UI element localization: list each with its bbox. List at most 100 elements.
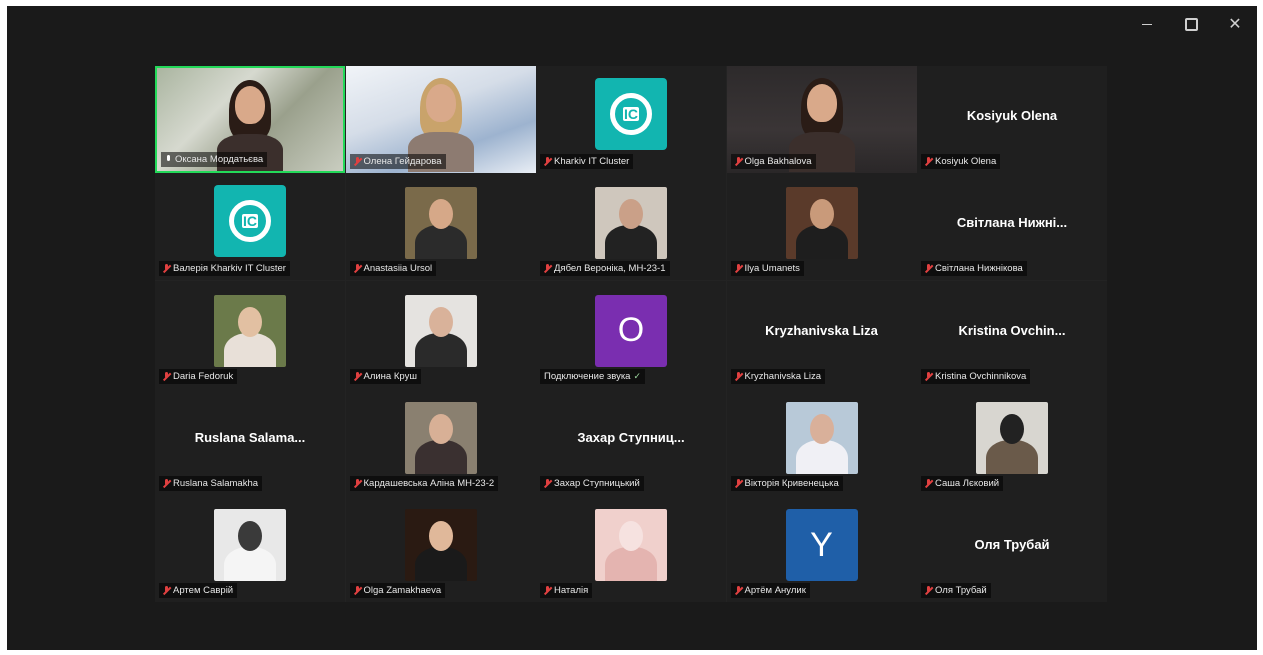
participant-tile[interactable]: Оля Трубай Оля Трубай [917,495,1107,602]
profile-photo [404,509,477,581]
participant-display-name: Оля Трубай [974,537,1050,552]
participant-tile[interactable]: O Подключение звука ✓ [536,280,726,388]
participant-name: Подключение звука [544,370,631,382]
mic-muted-icon [354,371,361,381]
participant-name: Kosiyuk Olena [935,156,997,167]
participant-tile[interactable]: Olga Zamakhaeva [345,495,536,602]
participant-name-label: Наталія [540,583,593,598]
participant-tile[interactable]: IC Kharkiv IT Cluster [536,66,726,173]
participant-name-label: Ilya Umanets [730,261,804,277]
participant-tile[interactable]: Daria Fedoruk [155,280,345,388]
participant-name-label: Оксана Мордатьєва [161,152,268,167]
avatar-initial: O [595,294,667,367]
video-figure [806,84,837,122]
participant-tile[interactable]: Світлана Нижні... Світлана Нижнікова [917,173,1107,281]
participant-tile[interactable]: Kryzhanivska Liza Kryzhanivska Liza [726,280,917,388]
profile-photo [595,187,667,260]
profile-photo [785,401,858,474]
participant-name: Anastasiia Ursol [363,263,433,275]
participant-name: Ruslana Salamakha [173,477,259,489]
gallery-view-grid: Оксана Мордатьєва Олена Гейдарова IC Kharki… [155,66,1107,602]
logo-text: IC [623,106,639,122]
participant-tile[interactable]: Olga Bakhalova [726,66,917,173]
photo-figure [1000,413,1024,444]
video-figure [235,86,265,124]
mic-muted-icon [735,586,742,595]
minimize-button[interactable] [1125,6,1169,42]
cluster-logo-icon: IC [214,185,286,258]
photo-figure [605,225,657,260]
mic-muted-icon [925,264,932,273]
close-button[interactable]: ✕ [1213,6,1257,42]
profile-photo [404,187,477,260]
participant-tile[interactable]: Саша Лєковий [917,387,1107,495]
mic-muted-icon [544,264,551,273]
participant-name: Вікторія Кривенецька [744,477,839,489]
mic-muted-icon [163,478,170,488]
participant-name-label: Olga Bakhalova [730,154,816,169]
participant-tile[interactable]: Y Артём Анулик [726,495,917,602]
restore-button[interactable] [1169,6,1213,42]
photo-figure [238,521,262,551]
participant-name: Захар Ступницький [554,477,640,489]
close-icon: ✕ [1228,16,1242,33]
participant-name-label: Подключение звука ✓ [540,368,646,384]
participant-name-label: Anastasiia Ursol [349,261,437,277]
mic-muted-icon [354,157,361,166]
profile-photo [214,509,286,581]
mic-muted-icon [925,478,932,488]
restore-icon [1184,17,1198,31]
participant-name-label: Kristina Ovchinnikova [921,368,1031,384]
participant-name-label: Валерія Kharkiv IT Cluster [159,261,290,277]
photo-figure [238,306,262,337]
participant-name-label: Артём Анулик [730,583,810,598]
participant-name-label: Світлана Нижнікова [921,261,1027,277]
participant-tile[interactable]: Вікторія Кривенецька [726,387,917,495]
mic-muted-icon [354,586,361,595]
mic-muted-icon [925,586,932,595]
participant-tile[interactable]: Артем Саврій [155,495,345,602]
photo-figure [414,332,467,367]
cluster-logo-icon: IC [595,78,667,150]
participant-tile[interactable]: Олена Гейдарова [345,66,536,173]
photo-figure [605,547,657,581]
participant-tile[interactable]: Оксана Мордатьєва [155,66,345,173]
participant-name: Артем Саврій [173,585,234,596]
participant-name: Olga Bakhalova [744,156,812,167]
participant-tile[interactable]: Anastasiia Ursol [345,173,536,281]
participant-tile[interactable]: Kosiyuk Olena Kosiyuk Olena [917,66,1107,173]
participant-display-name: Ruslana Salama... [194,429,306,445]
participant-name: Артём Анулик [744,585,806,596]
photo-figure [619,199,643,230]
participant-name: Алина Круш [363,370,417,382]
mic-muted-icon [925,371,932,381]
participant-tile[interactable]: Ilya Umanets [726,173,917,281]
participant-name: Daria Fedoruk [173,370,234,382]
photo-figure [414,225,467,260]
participant-tile[interactable]: Kristina Ovchin... Kristina Ovchinnikova [917,280,1107,388]
photo-figure [809,199,834,230]
mic-muted-icon [354,478,361,488]
participant-name-label: Дябел Вероніка, МН-23-1 [540,261,670,277]
mic-muted-icon [163,371,170,381]
participant-name-label: Олена Гейдарова [349,154,446,169]
mic-muted-icon [544,157,551,166]
participant-tile[interactable]: Дябел Вероніка, МН-23-1 [536,173,726,281]
participant-tile[interactable]: Ruslana Salama... Ruslana Salamakha [155,387,345,495]
participant-name-label: Артем Саврій [159,583,238,598]
participant-name: Оля Трубай [935,585,987,596]
photo-figure [428,306,453,337]
participant-name-label: Kharkiv IT Cluster [540,154,634,169]
participant-tile[interactable]: Наталія [536,495,726,602]
profile-photo [595,509,667,581]
participant-name-label: Kryzhanivska Liza [730,368,826,384]
participant-tile[interactable]: Алина Круш [345,280,536,388]
avatar-initial: Y [785,509,858,581]
participant-name: Kryzhanivska Liza [744,370,822,382]
participant-tile[interactable]: Кардашевська Аліна МН-23-2 [345,387,536,495]
participant-tile[interactable]: Захар Ступниц... Захар Ступницький [536,387,726,495]
participant-name: Kharkiv IT Cluster [554,156,630,167]
participant-tile[interactable]: IC Валерія Kharkiv IT Cluster [155,173,345,281]
photo-figure [428,521,453,551]
mic-muted-icon [544,586,551,595]
